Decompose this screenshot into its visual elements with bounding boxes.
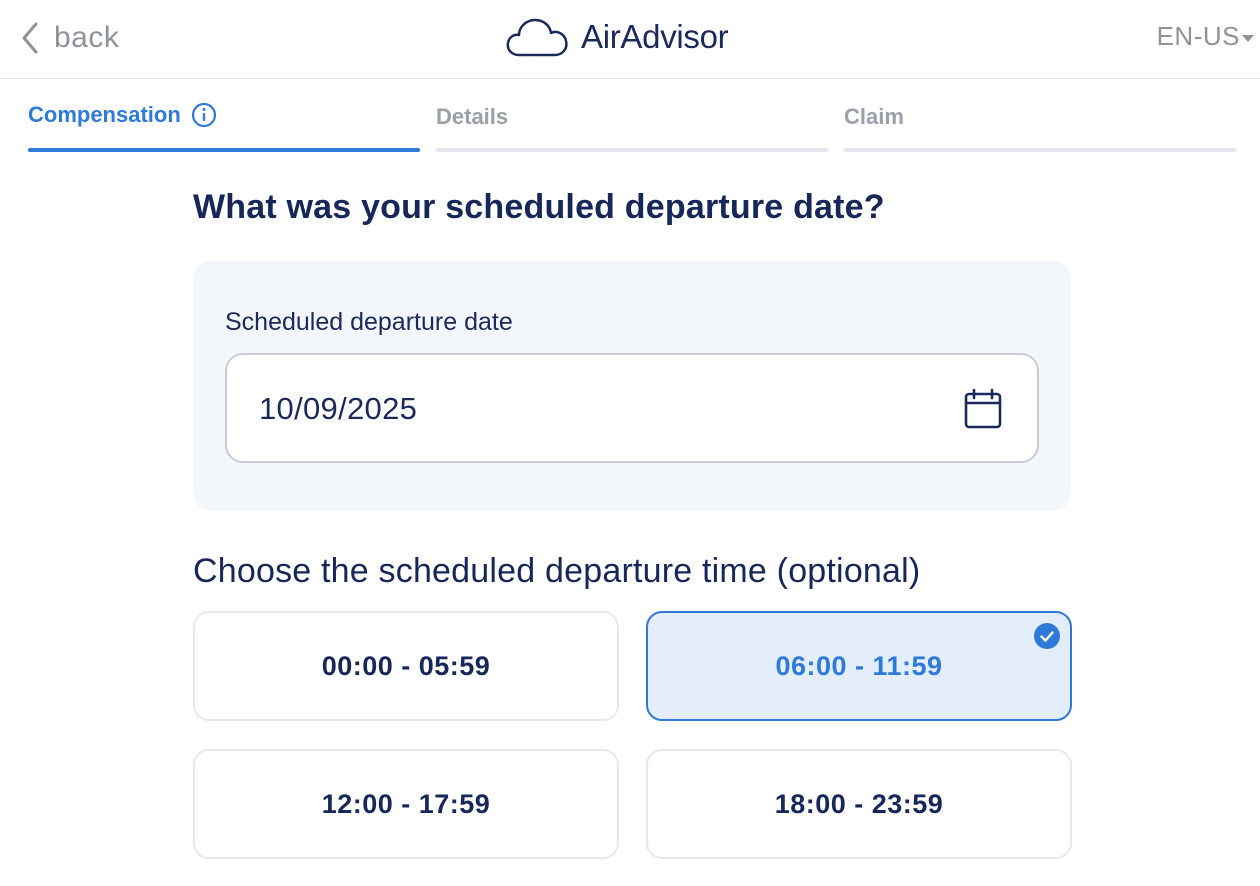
checkmark-circle-icon [1034, 623, 1060, 649]
time-slot-00-06[interactable]: 00:00 - 05:59 [193, 611, 619, 721]
step-details[interactable]: Details [436, 100, 828, 152]
page-title: What was your scheduled departure date? [193, 188, 885, 227]
time-slot-12-18[interactable]: 12:00 - 17:59 [193, 749, 619, 859]
step-claim[interactable]: Claim [844, 100, 1236, 152]
question-prefix: What was your [193, 188, 446, 226]
caret-down-icon [1242, 34, 1254, 42]
step-progress-bar [436, 148, 828, 152]
time-slot-06-12[interactable]: 06:00 - 11:59 [646, 611, 1072, 721]
step-compensation-label: Compensation [28, 102, 181, 127]
slot-label: 06:00 - 11:59 [775, 650, 943, 681]
language-label: EN-US [1156, 20, 1240, 51]
step-label: Compensation [28, 102, 217, 128]
slot-label: 00:00 - 05:59 [321, 650, 491, 681]
slot-label: 18:00 - 23:59 [774, 788, 944, 819]
language-selector[interactable]: EN-US [1157, 18, 1254, 54]
time-slot-18-24[interactable]: 18:00 - 23:59 [646, 749, 1072, 859]
back-label: back [54, 21, 120, 54]
back-button[interactable]: back [18, 18, 119, 58]
airadvisor-logo[interactable]: AirAdvisor [505, 14, 729, 60]
time-question: Choose the scheduled departure time (opt… [193, 552, 921, 590]
chevron-left-icon [22, 22, 38, 54]
date-card: Scheduled departure date 10/09/2025 [193, 261, 1071, 511]
question-suffix: date? [783, 188, 885, 226]
date-value: 10/09/2025 [259, 391, 418, 426]
departure-date-field[interactable]: 10/09/2025 [225, 353, 1039, 463]
logo-text: AirAdvisor [581, 18, 729, 55]
step-claim-label: Claim [844, 104, 904, 129]
top-header: back AirAdvisor EN-US [0, 0, 1260, 79]
info-icon[interactable] [191, 102, 217, 128]
calendar-icon[interactable] [963, 388, 1003, 430]
step-progress-bar [844, 148, 1236, 152]
slot-label: 12:00 - 17:59 [321, 788, 491, 819]
date-field-label: Scheduled departure date [225, 308, 513, 336]
step-details-label: Details [436, 104, 509, 129]
step-compensation[interactable]: Compensation [28, 100, 420, 152]
step-progress-bar [28, 148, 420, 152]
cloud-logo-icon [506, 18, 568, 57]
question-emphasis: scheduled departure [445, 188, 784, 226]
